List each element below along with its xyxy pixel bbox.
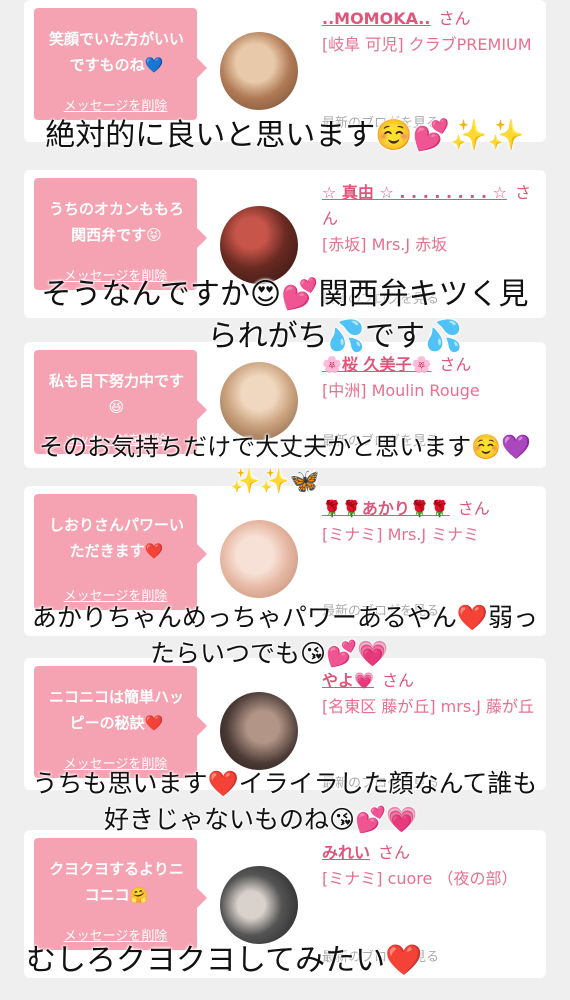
avatar[interactable] — [220, 362, 298, 440]
avatar[interactable] — [220, 866, 298, 944]
reply-overlay: そうなんですか😍💕関西弁キツく見 られがち💦です💦 — [0, 274, 570, 358]
shop-name: [赤坂] Mrs.J 赤坂 — [322, 235, 448, 254]
message-text: 私も目下努力中です😆 — [48, 372, 184, 416]
reply-line: むしろクヨクヨしてみたい❤️ — [26, 943, 423, 978]
profile-name-link[interactable]: 🌹🌹あかり🌹🌹 — [322, 499, 450, 518]
reply-line: そのお気持ちだけで大丈夫かと思います☺️💜 — [39, 433, 531, 461]
reply-overlay: 絶対的に良いと思います☺️💕✨✨ — [0, 116, 570, 156]
honorific: さん — [381, 671, 414, 690]
shop-name: [名東区 藤が丘] mrs.J 藤が丘 — [322, 697, 535, 716]
profile-info: みれい さん [ミナミ] cuore （夜の部） — [322, 840, 538, 892]
reply-overlay: あかりちゃんめっちゃパワーあるやん❤️弱っ たらいつでも😘💕💗 — [0, 600, 570, 672]
profile-info: 🌸桜 久美子🌸 さん [中洲] Moulin Rouge — [322, 352, 538, 404]
reply-line: たらいつでも😘💕💗 — [150, 639, 389, 668]
message-bubble: しおりさんパワーいただきます❤️ メッセージを削除 — [34, 494, 207, 610]
message-bubble: ニコニコは簡単ハッピーの秘訣❤️ メッセージを削除 — [34, 666, 207, 778]
shop-name: [ミナミ] Mrs.J ミナミ — [322, 525, 480, 544]
profile-name-link[interactable]: ☆ 真由 ☆ . . . . . . . . ☆ — [322, 183, 507, 202]
reply-line: あかりちゃんめっちゃパワーあるやん❤️弱っ — [31, 603, 539, 632]
avatar[interactable] — [220, 206, 298, 284]
reply-overlay: うちも思います❤️イライラした顔なんて誰も 好きじゃないものね😘💕💗 — [0, 766, 570, 838]
honorific: さん — [457, 499, 490, 518]
avatar[interactable] — [220, 32, 298, 110]
message-text: 笑顔でいた方がいいですものね💙 — [48, 30, 184, 74]
profile-info: ☆ 真由 ☆ . . . . . . . . ☆ さん [赤坂] Mrs.J 赤坂 — [322, 180, 538, 258]
profile-info: やよ💗 さん [名東区 藤が丘] mrs.J 藤が丘 — [322, 668, 538, 720]
reply-line: うちも思います❤️イライラした顔なんて誰も — [32, 769, 538, 798]
shop-name: [中洲] Moulin Rouge — [322, 381, 480, 400]
honorific: さん — [438, 9, 471, 28]
reply-line: そうなんですか😍💕関西弁キツく見 — [41, 277, 529, 312]
message-text: クヨクヨするよりニコニコ🤗 — [49, 860, 184, 904]
avatar[interactable] — [220, 692, 298, 770]
profile-name-link[interactable]: やよ💗 — [322, 671, 374, 690]
message-text: うちのオカンももろ関西弁です😝 — [48, 200, 184, 244]
profile-info: ..MOMOKA.. さん [岐阜 可児] クラブPREMIUM — [322, 6, 538, 58]
reply-overlay: そのお気持ちだけで大丈夫かと思います☺️💜 ✨✨🦋 — [0, 430, 570, 498]
profile-info: 🌹🌹あかり🌹🌹 さん [ミナミ] Mrs.J ミナミ — [322, 496, 538, 548]
profile-name-link[interactable]: ..MOMOKA.. — [322, 9, 430, 28]
reply-overlay: むしろクヨクヨしてみたい❤️ — [0, 940, 570, 982]
reply-line: 好きじゃないものね😘💕💗 — [104, 805, 418, 834]
delete-message-link[interactable]: メッセージを削除 — [34, 95, 197, 114]
shop-name: [岐阜 可児] クラブPREMIUM — [322, 35, 532, 54]
message-bubble: 笑顔でいた方がいいですものね💙 メッセージを削除 — [34, 8, 207, 120]
message-text: ニコニコは簡単ハッピーの秘訣❤️ — [48, 688, 184, 732]
reply-line: 絶対的に良いと思います☺️💕✨✨ — [45, 118, 525, 153]
honorific: さん — [378, 843, 411, 862]
reply-line: られがち💦です💦 — [207, 319, 463, 354]
message-text: しおりさんパワーいただきます❤️ — [48, 516, 184, 560]
message-bubble: クヨクヨするよりニコニコ🤗 メッセージを削除 — [34, 838, 207, 950]
avatar[interactable] — [220, 520, 298, 598]
reply-line: ✨✨🦋 — [230, 467, 320, 495]
profile-name-link[interactable]: みれい — [322, 843, 370, 862]
shop-name: [ミナミ] cuore （夜の部） — [322, 869, 518, 888]
